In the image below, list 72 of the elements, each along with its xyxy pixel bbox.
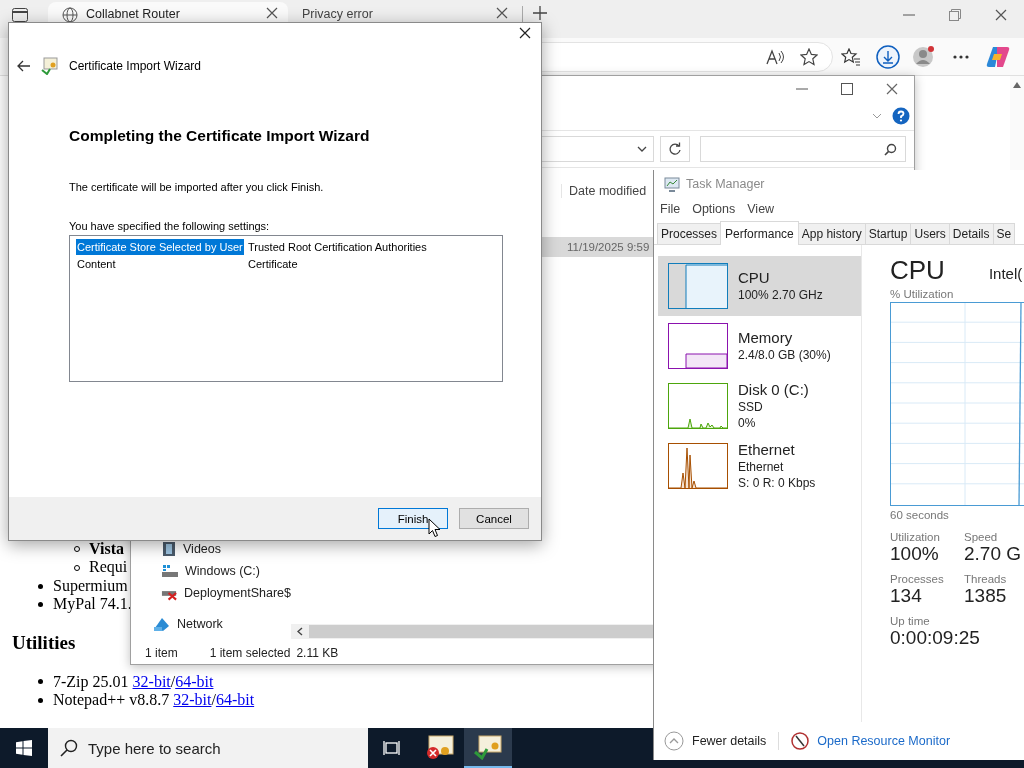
browser-tab[interactable]: Privacy error xyxy=(288,2,518,34)
resource-name: Disk 0 (C:) xyxy=(738,381,809,399)
tab[interactable]: Processes xyxy=(657,223,722,244)
column-header[interactable]: Date modified xyxy=(561,184,647,198)
nav-item[interactable]: Videos xyxy=(131,538,291,560)
download-link[interactable]: 32-bit xyxy=(173,691,212,710)
list-item: Requi xyxy=(12,558,128,577)
resource-item[interactable]: CPU 100% 2.70 GHz xyxy=(658,256,861,316)
section-heading: Utilities xyxy=(12,631,76,654)
stat-value: 134 xyxy=(890,585,923,607)
resource-item[interactable]: Disk 0 (C:) SSD 0% xyxy=(658,376,861,436)
taskbar-search-field[interactable]: Type here to search xyxy=(48,728,368,768)
stat-label: Utilization xyxy=(890,531,941,543)
dialog-button[interactable]: Finish xyxy=(378,508,448,529)
nav-item[interactable]: DeploymentShare$ xyxy=(131,582,291,604)
menu-item[interactable]: Options xyxy=(692,202,736,216)
download-link[interactable]: 64-bit xyxy=(175,672,214,692)
settings-label: You have specified the following settings: xyxy=(69,220,271,232)
tab[interactable]: Startup xyxy=(864,223,912,244)
download-link[interactable]: 64-bit xyxy=(215,691,255,710)
list-item: Notepad++ v8.8.7 32-bit/64-bit xyxy=(12,691,255,710)
fewer-details-link[interactable]: Fewer details xyxy=(692,734,767,748)
graph-label: 60 seconds xyxy=(890,509,950,521)
tab[interactable]: Se xyxy=(992,223,1016,244)
stat-label: Threads xyxy=(964,573,1008,585)
list-item: 7-Zip 25.01 32-bit/64-bit xyxy=(12,672,214,692)
stat-label: Processes xyxy=(890,573,945,585)
list-item: Supermium xyxy=(12,576,128,596)
wizard-heading: Completing the Certificate Import Wizard xyxy=(69,127,371,145)
tab[interactable]: Details xyxy=(948,223,994,244)
resource-monitor-link[interactable]: Open Resource Monitor xyxy=(817,734,951,748)
menu-item[interactable]: View xyxy=(747,202,775,216)
stat-label: Up time xyxy=(890,615,931,627)
graph-label: % Utilization xyxy=(890,288,955,300)
nav-item[interactable]: Network xyxy=(131,612,291,636)
instruction-text: The certificate will be imported after you click Finish. xyxy=(69,181,325,193)
resource-detail: SSD xyxy=(738,399,764,415)
dialog-button[interactable]: Cancel xyxy=(459,508,529,529)
resource-item[interactable]: Memory 2.4/8.0 GB (30%) xyxy=(658,316,861,376)
list-item: MyPal 74.1. xyxy=(12,595,132,614)
resource-item[interactable]: Ethernet Ethernet S: 0 R: 0 Kbps xyxy=(658,436,861,496)
processor-name: Intel( xyxy=(988,265,1023,282)
resource-detail: S: 0 R: 0 Kbps xyxy=(738,475,816,491)
status-text: 2.11 KB xyxy=(296,646,339,660)
resource-name: Memory xyxy=(738,329,794,347)
status-text: 1 item selected xyxy=(209,646,291,660)
section-title: CPU xyxy=(890,255,945,286)
stat-label: Speed xyxy=(964,531,999,543)
resource-name: CPU xyxy=(738,269,771,287)
setting-name[interactable]: Content xyxy=(76,255,117,272)
resource-detail: 100% 2.70 GHz xyxy=(738,287,823,303)
tab[interactable]: App history xyxy=(797,223,866,244)
stat-value: 0:00:09:25 xyxy=(890,627,981,649)
setting-value: Trusted Root Certification Authorities xyxy=(247,240,427,253)
nav-item[interactable]: Windows (C:) xyxy=(131,560,291,582)
resource-detail: Ethernet xyxy=(738,459,785,475)
tab[interactable]: Users xyxy=(910,223,950,244)
download-link[interactable]: 32-bit xyxy=(132,672,171,692)
stat-value: 100% xyxy=(890,543,940,565)
resource-detail: 0% xyxy=(738,415,757,431)
window-title: Task Manager xyxy=(686,177,765,191)
list-item: Vista xyxy=(12,540,124,559)
resource-name: Ethernet xyxy=(738,441,796,459)
setting-value: Certificate xyxy=(247,257,298,270)
status-text: 1 item xyxy=(145,646,178,660)
tab[interactable]: Performance xyxy=(720,221,799,245)
setting-name[interactable]: Certificate Store Selected by User xyxy=(76,238,244,255)
menu-item[interactable]: File xyxy=(660,202,681,216)
window-title: Certificate Import Wizard xyxy=(69,59,202,73)
stat-value: 1385 xyxy=(964,585,1008,607)
resource-detail: 2.4/8.0 GB (30%) xyxy=(738,347,831,363)
stat-value: 2.70 G xyxy=(964,543,1023,565)
